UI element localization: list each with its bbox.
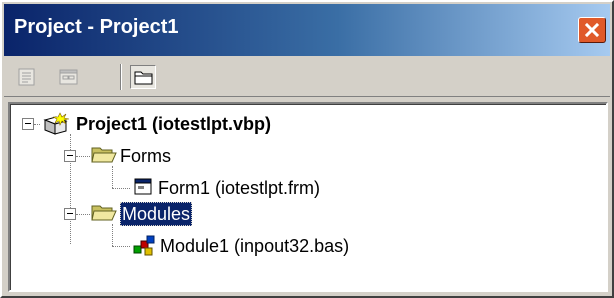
modules-collapse-toggle[interactable] xyxy=(64,208,76,220)
folder-icon xyxy=(91,205,117,221)
folder-icon xyxy=(134,71,153,85)
tree-node-forms[interactable]: Forms xyxy=(120,144,171,168)
tree-line xyxy=(112,246,130,247)
module-icon xyxy=(133,235,155,256)
tree-line xyxy=(34,124,40,125)
close-button[interactable] xyxy=(578,17,606,43)
toggle-folders-button[interactable] xyxy=(130,65,156,89)
view-object-button[interactable] xyxy=(56,65,82,89)
toolbar-separator xyxy=(120,64,122,90)
project-explorer-window: Project - Project1 Project1 (iotestlpt.v… xyxy=(0,0,614,298)
tree-line xyxy=(76,156,90,157)
tree-node-module1[interactable]: Module1 (inpout32.bas) xyxy=(160,234,349,258)
form-icon xyxy=(134,178,152,195)
tree-line xyxy=(112,188,130,189)
view-object-icon xyxy=(59,69,78,85)
title-bar[interactable]: Project - Project1 xyxy=(4,4,610,56)
tree-node-modules[interactable]: Modules xyxy=(120,202,193,226)
project-collapse-toggle[interactable] xyxy=(22,118,34,130)
tree-line xyxy=(112,166,113,188)
window-title: Project - Project1 xyxy=(14,16,179,38)
close-icon xyxy=(584,22,600,38)
project-tree[interactable]: Project1 (iotestlpt.vbp) Forms Form1 (io… xyxy=(8,102,608,292)
folder-icon xyxy=(91,147,117,163)
vb-project-icon xyxy=(43,112,70,135)
view-code-icon xyxy=(18,68,35,86)
view-code-button[interactable] xyxy=(14,65,40,89)
tree-node-form1[interactable]: Form1 (iotestlpt.frm) xyxy=(158,176,320,200)
forms-collapse-toggle[interactable] xyxy=(64,150,76,162)
tree-node-project[interactable]: Project1 (iotestlpt.vbp) xyxy=(76,112,271,136)
toolbar xyxy=(4,58,610,97)
tree-line xyxy=(112,224,113,246)
tree-line xyxy=(76,214,90,215)
